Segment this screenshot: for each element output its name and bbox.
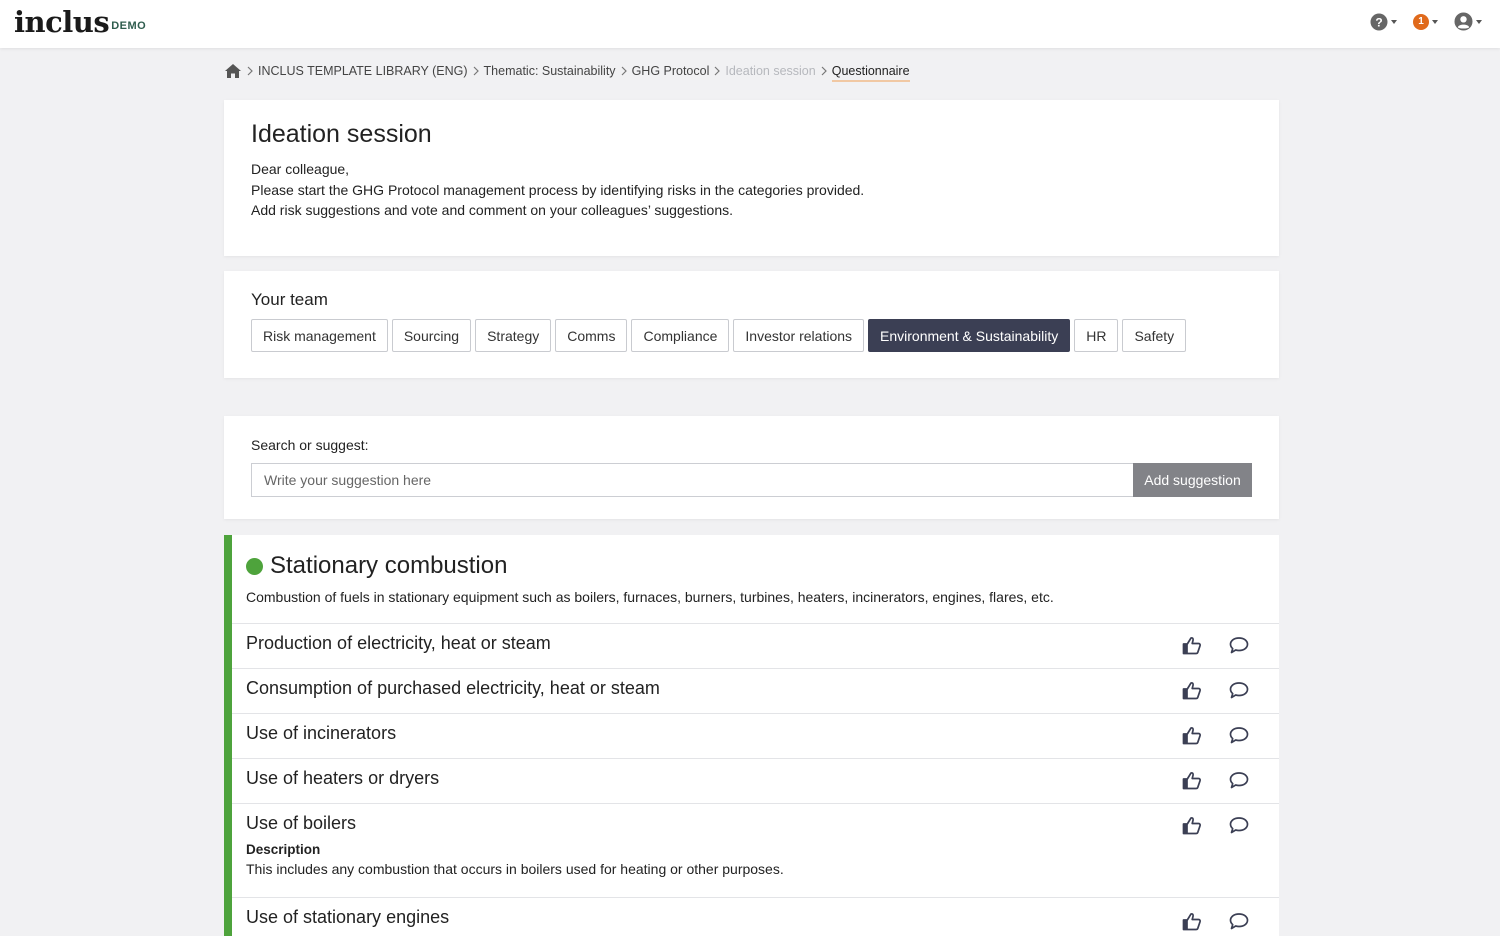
team-tab-compliance[interactable]: Compliance bbox=[631, 319, 730, 352]
item-description-label: Description bbox=[246, 842, 321, 857]
notification-badge: 1 bbox=[1413, 13, 1429, 30]
team-tabs: Risk management Sourcing Strategy Comms … bbox=[251, 319, 1252, 352]
category-description: Combustion of fuels in stationary equipm… bbox=[246, 589, 1054, 605]
search-row: Add suggestion bbox=[251, 463, 1252, 497]
breadcrumb-ideation-session[interactable]: Ideation session bbox=[725, 64, 815, 78]
list-item[interactable]: Use of boilers Description This includes… bbox=[232, 804, 1279, 898]
item-title: Use of heaters or dryers bbox=[246, 768, 440, 788]
team-title: Your team bbox=[251, 290, 328, 309]
team-tab-strategy[interactable]: Strategy bbox=[475, 319, 552, 352]
chevron-right-icon bbox=[473, 66, 479, 76]
help-circle-icon: ? bbox=[1370, 13, 1388, 30]
category-title: Stationary combustion bbox=[270, 552, 508, 579]
comment-icon[interactable] bbox=[1229, 726, 1249, 745]
item-title: Production of electricity, heat or steam bbox=[246, 633, 551, 653]
page-title: Ideation session bbox=[251, 120, 432, 148]
list-item[interactable]: Use of stationary engines bbox=[232, 898, 1279, 936]
category-stationary-combustion: Stationary combustion Combustion of fuel… bbox=[224, 535, 1279, 936]
thumbs-up-icon[interactable] bbox=[1182, 912, 1202, 931]
thumbs-up-icon[interactable] bbox=[1182, 681, 1202, 700]
intro-line: Add risk suggestions and vote and commen… bbox=[251, 202, 733, 218]
chevron-right-icon bbox=[247, 66, 253, 76]
intro-card: Ideation session Dear colleague, Please … bbox=[224, 100, 1279, 256]
breadcrumb-thematic[interactable]: Thematic: Sustainability bbox=[484, 64, 616, 78]
team-tab-environment-sustainability[interactable]: Environment & Sustainability bbox=[868, 319, 1071, 352]
app-logo[interactable]: inclus DEMO bbox=[14, 6, 146, 38]
chevron-down-icon bbox=[1391, 19, 1397, 24]
intro-text: Dear colleague, Please start the GHG Pro… bbox=[251, 159, 1252, 221]
comment-icon[interactable] bbox=[1229, 771, 1249, 790]
item-title: Use of incinerators bbox=[246, 723, 397, 743]
breadcrumb-library[interactable]: INCLUS TEMPLATE LIBRARY (ENG) bbox=[258, 64, 468, 78]
item-title: Use of boilers bbox=[246, 813, 357, 833]
help-menu[interactable]: ? bbox=[1370, 13, 1397, 31]
user-menu[interactable] bbox=[1454, 12, 1482, 31]
list-item[interactable]: Use of heaters or dryers bbox=[232, 759, 1279, 804]
chevron-down-icon bbox=[1476, 19, 1482, 24]
top-bar: inclus DEMO ? 1 bbox=[0, 0, 1500, 48]
chevron-down-icon bbox=[1432, 19, 1438, 24]
search-card: Search or suggest: Add suggestion bbox=[224, 416, 1279, 519]
comment-icon[interactable] bbox=[1229, 636, 1249, 655]
logo-demo-badge: DEMO bbox=[111, 20, 147, 32]
team-tab-safety[interactable]: Safety bbox=[1122, 319, 1187, 352]
team-tab-risk-management[interactable]: Risk management bbox=[251, 319, 388, 352]
list-item[interactable]: Production of electricity, heat or steam bbox=[232, 624, 1279, 669]
comment-icon[interactable] bbox=[1229, 912, 1249, 931]
item-title: Use of stationary engines bbox=[246, 907, 450, 927]
add-suggestion-button[interactable]: Add suggestion bbox=[1133, 463, 1252, 497]
logo-text: inclus bbox=[14, 5, 110, 39]
thumbs-up-icon[interactable] bbox=[1182, 726, 1202, 745]
suggestion-input[interactable] bbox=[251, 463, 1133, 497]
comment-icon[interactable] bbox=[1229, 681, 1249, 700]
chevron-right-icon bbox=[821, 66, 827, 76]
comment-icon[interactable] bbox=[1229, 816, 1249, 835]
search-label: Search or suggest: bbox=[251, 437, 369, 453]
intro-line: Dear colleague, bbox=[251, 161, 350, 177]
chevron-right-icon bbox=[714, 66, 721, 76]
thumbs-up-icon[interactable] bbox=[1182, 771, 1202, 790]
thumbs-up-icon[interactable] bbox=[1182, 816, 1202, 835]
home-icon[interactable] bbox=[224, 63, 242, 79]
intro-line: Please start the GHG Protocol management… bbox=[251, 181, 865, 198]
team-tab-investor-relations[interactable]: Investor relations bbox=[733, 319, 865, 352]
item-title: Consumption of purchased electricity, he… bbox=[246, 678, 660, 698]
breadcrumb-questionnaire[interactable]: Questionnaire bbox=[831, 64, 910, 82]
svg-text:?: ? bbox=[1375, 15, 1382, 29]
category-header: Stationary combustion Combustion of fuel… bbox=[232, 535, 1279, 624]
list-item[interactable]: Use of incinerators bbox=[232, 714, 1279, 759]
thumbs-up-icon[interactable] bbox=[1182, 636, 1202, 655]
team-tab-hr[interactable]: HR bbox=[1074, 319, 1119, 352]
breadcrumb-ghg-protocol[interactable]: GHG Protocol bbox=[632, 64, 710, 78]
list-item[interactable]: Consumption of purchased electricity, he… bbox=[232, 669, 1279, 714]
item-description: This includes any combustion that occurs… bbox=[246, 861, 784, 877]
status-dot-icon bbox=[246, 557, 263, 575]
notifications-menu[interactable]: 1 bbox=[1413, 13, 1438, 30]
chevron-right-icon bbox=[621, 66, 627, 76]
team-card: Your team Risk management Sourcing Strat… bbox=[224, 271, 1279, 378]
team-tab-sourcing[interactable]: Sourcing bbox=[391, 319, 472, 352]
breadcrumb: INCLUS TEMPLATE LIBRARY (ENG) Thematic: … bbox=[224, 62, 910, 82]
team-tab-comms[interactable]: Comms bbox=[555, 319, 628, 352]
user-circle-icon bbox=[1454, 12, 1473, 31]
